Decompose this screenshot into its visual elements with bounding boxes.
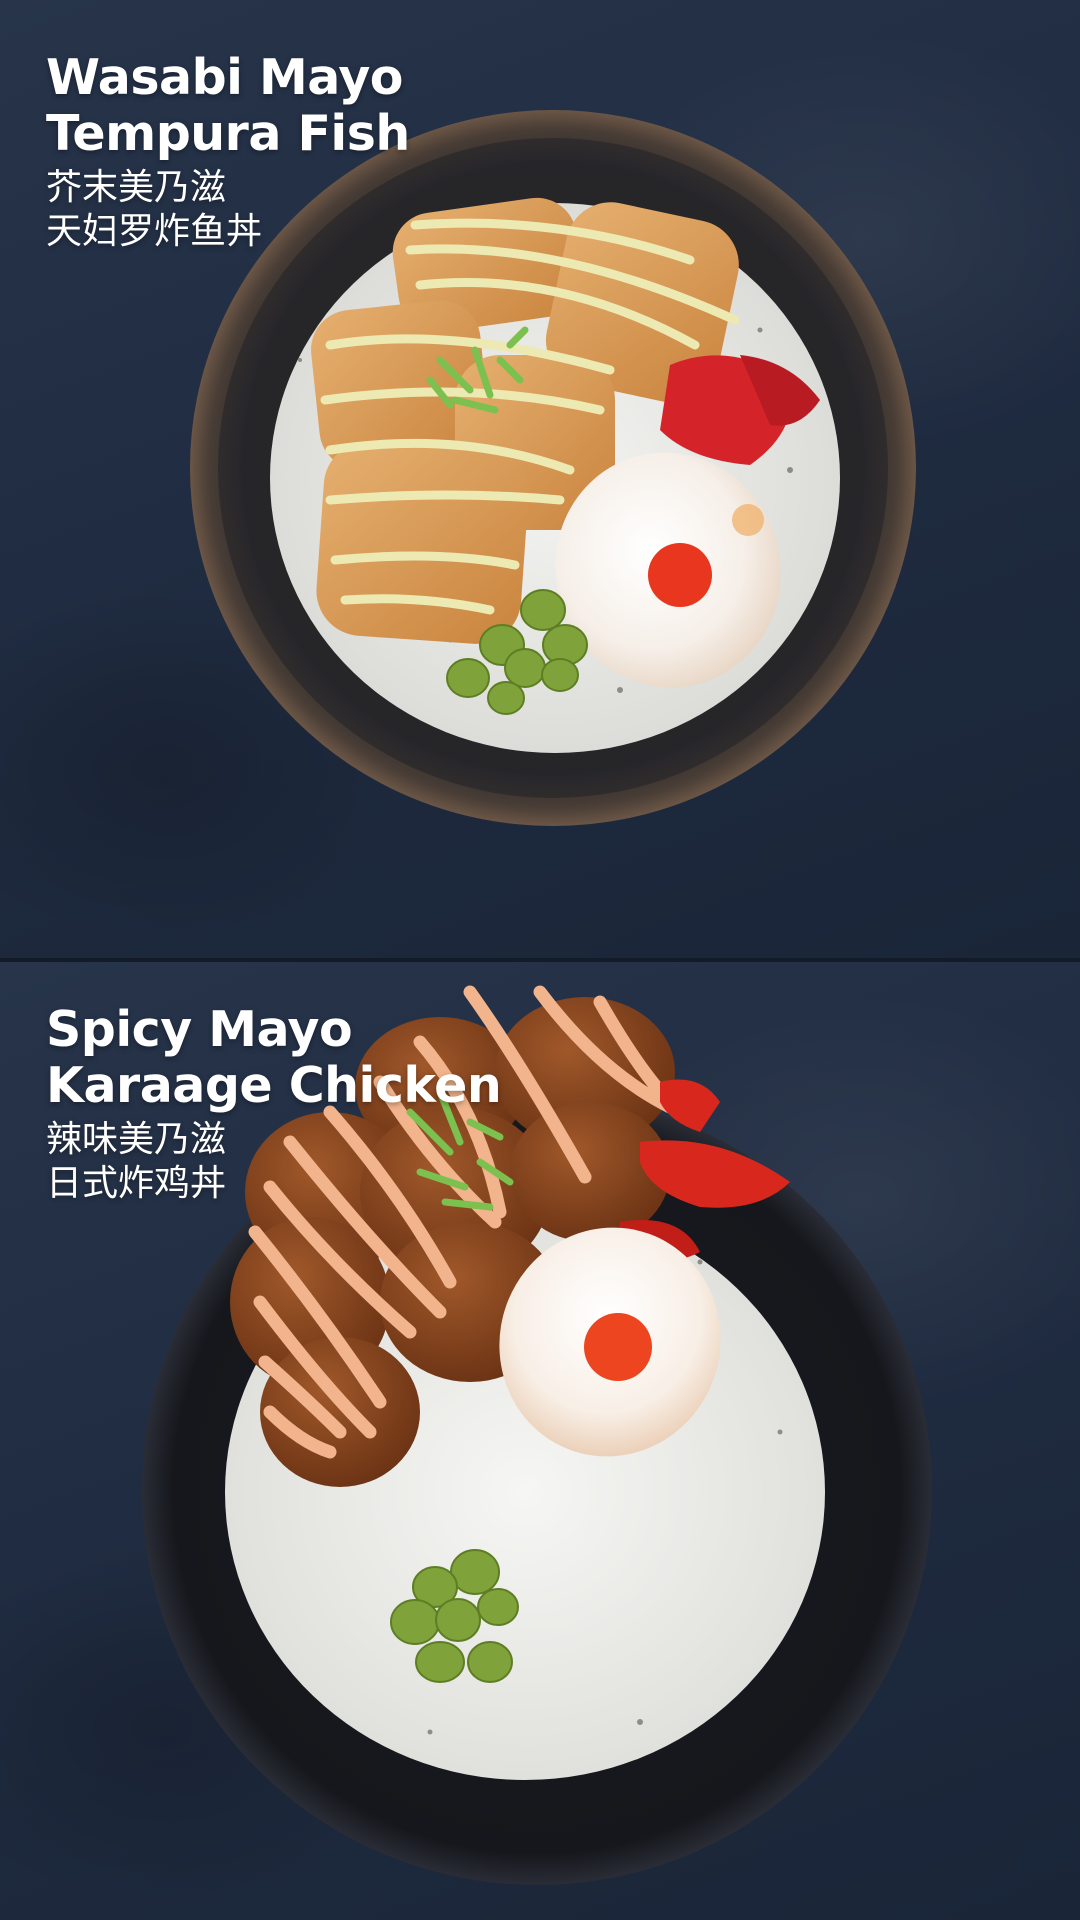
dish-title-line2: Karaage Chicken [46,1057,502,1114]
dish-title-block: Spicy Mayo Karaage Chicken 辣味美乃滋 日式炸鸡丼 [46,1001,502,1206]
dish-card-spicy-karaage-chicken: Spicy Mayo Karaage Chicken 辣味美乃滋 日式炸鸡丼 [0,962,1080,1920]
tobiko-topping [648,543,712,607]
tobiko-topping [584,1313,652,1381]
dish-title-line2: Tempura Fish [46,105,410,162]
dish-title-block: Wasabi Mayo Tempura Fish 芥末美乃滋 天妇罗炸鱼丼 [46,50,410,254]
dish-chinese-name-line1: 辣味美乃滋 [46,1119,227,1160]
dish-card-wasabi-tempura-fish: Wasabi Mayo Tempura Fish 芥末美乃滋 天妇罗炸鱼丼 [0,0,1080,958]
dish-chinese-name-line2: 天妇罗炸鱼丼 [46,211,263,252]
dish-title-line1: Wasabi Mayo [46,49,403,106]
dish-chinese-name-line1: 芥末美乃滋 [46,167,227,208]
dish-chinese-name-line2: 日式炸鸡丼 [46,1163,227,1204]
dish-title-line1: Spicy Mayo [46,1001,353,1058]
